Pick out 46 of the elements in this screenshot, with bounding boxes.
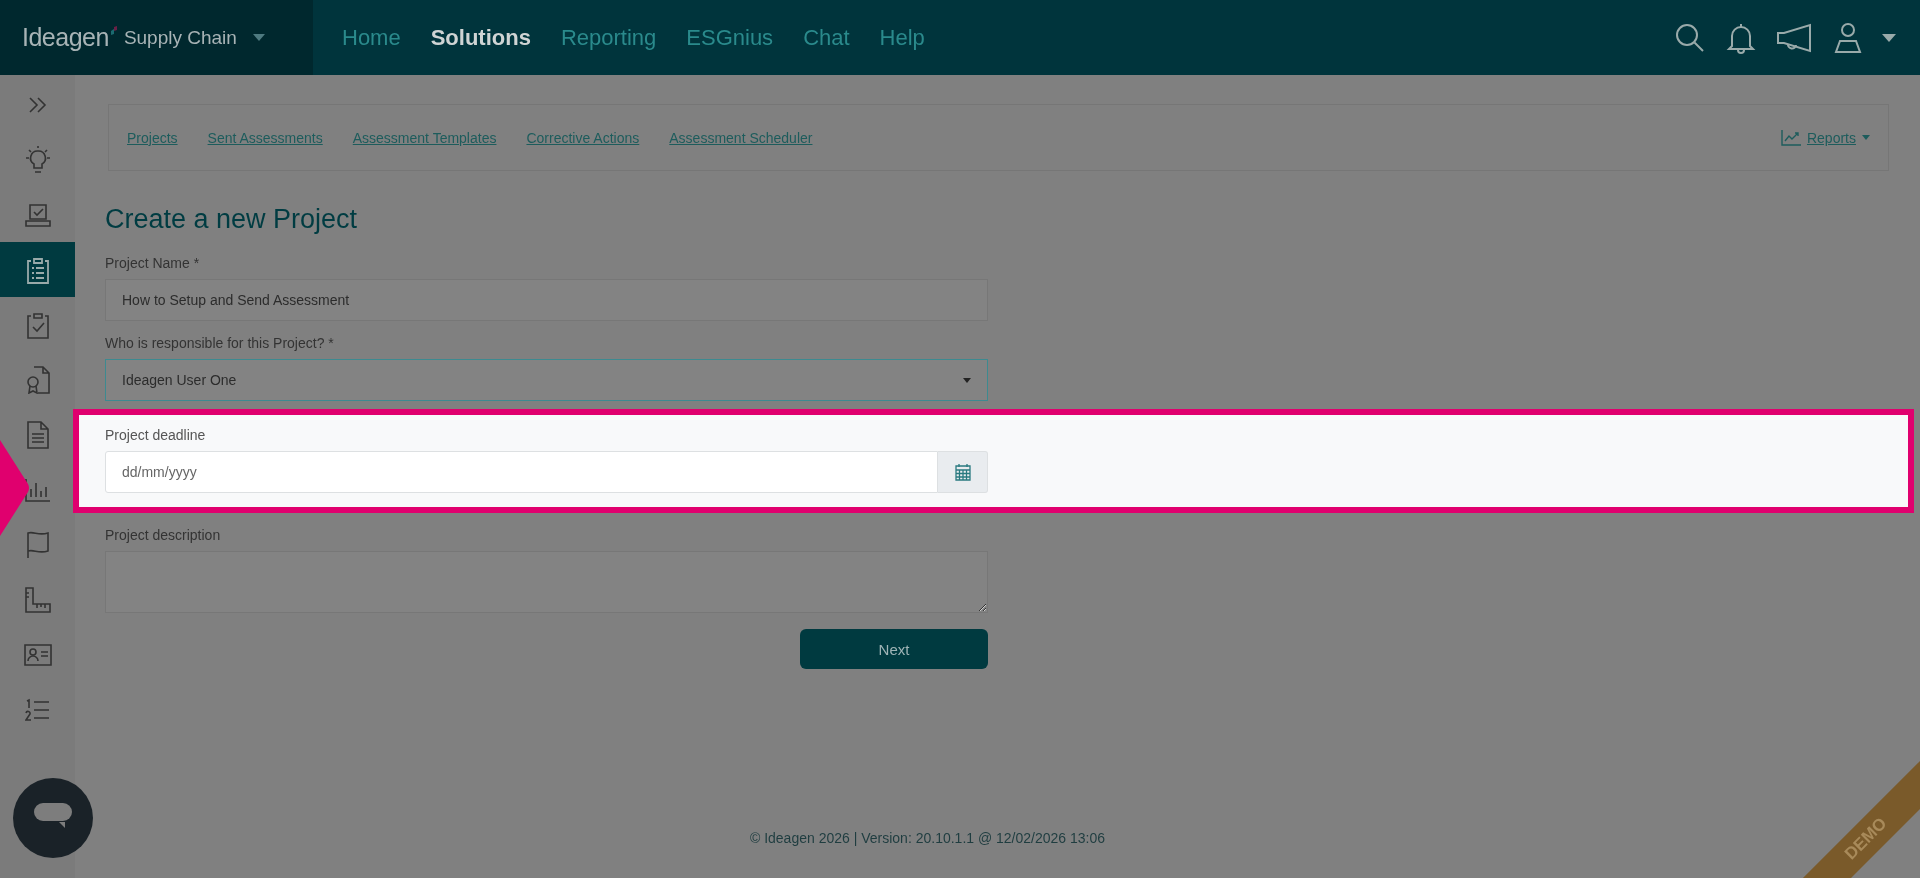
subnav-link[interactable]: Projects [127, 129, 178, 146]
double-chevron-icon [27, 96, 48, 113]
nav-link[interactable]: Chat [803, 24, 850, 51]
input-field[interactable]: How to Setup and Send Assessment [105, 279, 988, 321]
numbered-list-icon [24, 697, 51, 722]
calendar-icon [954, 463, 971, 481]
field-label: Who is responsible for this Project? * [105, 335, 335, 351]
subnav-link[interactable]: Sent Assessments [207, 129, 323, 146]
logo-mark-icon [109, 25, 118, 36]
contact-card-icon [23, 643, 52, 666]
caret-icon[interactable] [1882, 33, 1896, 42]
field-label: Project description [105, 527, 222, 543]
subnav-link[interactable]: Assessment Templates [352, 129, 497, 146]
inbox-check-icon [24, 202, 51, 227]
certificate-icon [25, 365, 50, 394]
bar-chart-icon [24, 477, 51, 502]
field-label: Project Name * [105, 255, 201, 271]
next-button[interactable]: Next [800, 629, 988, 669]
nav-link[interactable]: Solutions [430, 24, 531, 51]
document-icon [26, 420, 49, 449]
nav-link[interactable]: ESGnius [686, 24, 774, 51]
calendar-button[interactable] [938, 451, 988, 493]
user-icon[interactable] [1834, 21, 1862, 54]
search-icon[interactable] [1674, 21, 1706, 54]
subnav-link[interactable]: Assessment Scheduler [669, 129, 813, 146]
dropdown[interactable]: Ideagen User One [105, 359, 988, 401]
flag-icon [25, 530, 50, 559]
page-title: Create a new Project [105, 204, 359, 235]
nav-link[interactable]: Home [342, 24, 401, 51]
nav-link[interactable]: Reporting [560, 24, 657, 51]
clipboard-icon [26, 255, 49, 284]
brand-logo[interactable]: Ideagen [22, 23, 109, 52]
ruler-icon [24, 586, 51, 613]
date-field[interactable]: dd/mm/yyyy [105, 451, 938, 493]
trend-chart-icon[interactable] [1780, 129, 1801, 146]
caret-icon[interactable] [252, 34, 265, 41]
nav-link[interactable]: Help [879, 24, 925, 51]
clipboard-check-icon [26, 310, 49, 339]
reports-link[interactable]: Reports [1806, 129, 1856, 146]
megaphone-icon[interactable] [1776, 22, 1814, 53]
sidebar-item[interactable] [0, 242, 75, 297]
bell-icon[interactable] [1726, 21, 1756, 54]
subnav-link[interactable]: Corrective Actions [526, 129, 640, 146]
product-name[interactable]: Supply Chain [123, 26, 237, 49]
caret-icon [963, 377, 971, 383]
field-label: Project deadline [105, 427, 207, 443]
